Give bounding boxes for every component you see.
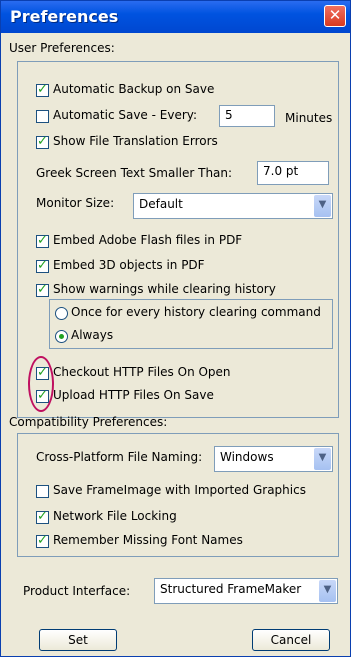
auto-save-minutes-input[interactable]: 5 (219, 105, 275, 127)
cancel-button[interactable]: Cancel (252, 629, 330, 651)
monitor-size-value: Default (139, 197, 183, 211)
show-translation-errors-checkbox[interactable] (36, 134, 49, 149)
save-frameimage-label: Save FrameImage with Imported Graphics (53, 483, 306, 497)
upload-http-label: Upload HTTP Files On Save (53, 388, 214, 402)
user-preferences-label: User Preferences: (9, 41, 115, 55)
history-once-label: Once for every history clearing command (71, 305, 321, 319)
preferences-dialog: Preferences ✕ User Preferences: Automati… (0, 0, 351, 657)
network-locking-label: Network File Locking (53, 509, 177, 523)
greek-text-label: Greek Screen Text Smaller Than: (36, 166, 233, 180)
auto-save-checkbox[interactable] (36, 110, 49, 123)
embed-flash-checkbox[interactable] (36, 233, 49, 248)
cross-platform-label: Cross-Platform File Naming: (36, 450, 203, 464)
history-always-radio[interactable] (55, 330, 68, 343)
show-warnings-checkbox[interactable] (36, 282, 49, 297)
product-interface-value: Structured FrameMaker (160, 582, 302, 596)
history-always-label: Always (71, 328, 114, 342)
embed-flash-label: Embed Adobe Flash files in PDF (53, 233, 243, 247)
greek-text-input[interactable]: 7.0 pt (257, 161, 329, 185)
monitor-size-label: Monitor Size: (36, 196, 115, 210)
chevron-down-icon[interactable]: ▼ (314, 448, 331, 470)
checkout-http-label: Checkout HTTP Files On Open (53, 365, 231, 379)
title-bar[interactable]: Preferences ✕ (1, 1, 350, 33)
show-translation-errors-label: Show File Translation Errors (53, 134, 218, 148)
network-locking-checkbox[interactable] (36, 509, 49, 524)
product-interface-label: Product Interface: (23, 584, 131, 598)
auto-save-unit: Minutes (285, 111, 333, 125)
chevron-down-icon[interactable]: ▼ (314, 195, 331, 217)
remember-fonts-checkbox[interactable] (36, 533, 49, 548)
auto-backup-checkbox[interactable] (36, 82, 49, 97)
remember-fonts-label: Remember Missing Font Names (53, 533, 243, 547)
show-warnings-label: Show warnings while clearing history (53, 282, 276, 296)
chevron-down-icon[interactable]: ▼ (319, 580, 336, 602)
cross-platform-value: Windows (220, 450, 274, 464)
auto-save-label: Automatic Save - Every: (53, 108, 198, 122)
window-title: Preferences (10, 7, 119, 26)
cross-platform-select[interactable]: Windows ▼ (214, 446, 333, 472)
save-frameimage-checkbox[interactable] (36, 485, 49, 498)
embed-3d-label: Embed 3D objects in PDF (53, 258, 205, 272)
close-icon[interactable]: ✕ (324, 5, 346, 27)
auto-backup-label: Automatic Backup on Save (53, 82, 215, 96)
compat-preferences-label: Compatibility Preferences: (9, 415, 168, 429)
product-interface-select[interactable]: Structured FrameMaker ▼ (154, 578, 338, 604)
monitor-size-select[interactable]: Default ▼ (133, 193, 333, 219)
highlight-circle (28, 356, 54, 412)
embed-3d-checkbox[interactable] (36, 258, 49, 273)
history-once-radio[interactable] (55, 307, 68, 320)
set-button[interactable]: Set (39, 629, 117, 651)
